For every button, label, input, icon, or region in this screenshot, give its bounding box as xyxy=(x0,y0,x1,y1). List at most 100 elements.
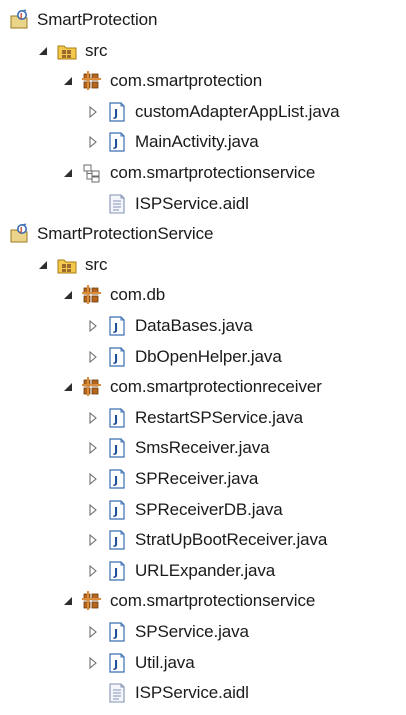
collapse-arrow-icon[interactable] xyxy=(86,656,100,670)
tree-item-label: DbOpenHelper.java xyxy=(135,346,282,366)
source-folder-icon xyxy=(56,254,78,276)
tree-item-label: DataBases.java xyxy=(135,316,253,335)
java-file-icon: J xyxy=(106,131,128,153)
aidl-file-icon xyxy=(106,193,128,215)
tree-item[interactable]: J SPReceiverDB.java xyxy=(0,495,406,525)
java-file-icon: J xyxy=(106,346,128,368)
collapse-arrow-icon[interactable] xyxy=(86,564,100,578)
svg-text:J: J xyxy=(113,566,118,579)
tree-item[interactable]: src xyxy=(0,250,406,280)
svg-text:J: J xyxy=(113,443,118,456)
java-file-icon: J xyxy=(106,315,128,337)
tree-item[interactable]: J DbOpenHelper.java xyxy=(0,342,406,372)
svg-text:J: J xyxy=(113,352,118,365)
tree-item-label: SPReceiverDB.java xyxy=(135,499,283,519)
tree-item[interactable]: J SmartProtectionService xyxy=(0,219,406,249)
tree-item-label: ISPService.aidl xyxy=(135,683,249,703)
tree-item-label: Util.java xyxy=(135,652,195,672)
tree-item-label: URLExpander.java xyxy=(135,560,276,580)
svg-text:J: J xyxy=(113,474,118,487)
tree-item-label: SmartProtectionService xyxy=(37,224,214,244)
java-file-icon: J xyxy=(106,529,128,551)
svg-text:J: J xyxy=(113,535,118,548)
java-file-icon: J xyxy=(106,621,128,643)
package-icon xyxy=(81,590,103,612)
aidl-file-icon xyxy=(106,682,128,704)
expand-arrow-icon[interactable] xyxy=(61,74,75,88)
tree-item[interactable]: JcustomAdapterAppList.java xyxy=(0,97,406,127)
collapse-arrow-icon[interactable] xyxy=(86,625,100,639)
package-icon xyxy=(81,70,103,92)
package-icon xyxy=(81,284,103,306)
tree-item-label: ISPService.aidl xyxy=(135,193,249,213)
tree-item-label: src xyxy=(85,40,108,60)
tree-item[interactable]: J URLExpander.java xyxy=(0,556,406,586)
svg-text:J: J xyxy=(113,505,118,518)
tree-item[interactable]: J SPService.java xyxy=(0,617,406,647)
tree-item[interactable]: ISPService.aidl xyxy=(0,189,406,219)
svg-text:J: J xyxy=(113,658,118,671)
tree-item-label: StratUpBootReceiver.java xyxy=(135,530,328,550)
tree-item-label: SmartProtection xyxy=(37,10,158,29)
tree-item[interactable]: src xyxy=(0,36,406,66)
svg-text:J: J xyxy=(113,107,118,120)
expand-arrow-icon[interactable] xyxy=(61,380,75,394)
tree-item[interactable]: J RestartSPService.java xyxy=(0,403,406,433)
tree-item-label: RestartSPService.java xyxy=(135,407,303,427)
collapse-arrow-icon[interactable] xyxy=(86,105,100,119)
package-hierarchy-icon xyxy=(81,162,103,184)
project-explorer-tree: J SmartProtection src com.smartprotection Jc… xyxy=(0,0,406,715)
tree-item-label: SPReceiver.java xyxy=(135,469,259,488)
expand-arrow-icon[interactable] xyxy=(61,166,75,180)
tree-item-label: com.smartprotectionservice xyxy=(110,591,316,611)
tree-item-label: com.db xyxy=(110,285,166,305)
svg-text:J: J xyxy=(113,413,118,426)
source-folder-icon xyxy=(56,40,78,62)
svg-text:J: J xyxy=(113,627,118,640)
tree-item-label: MainActivity.java xyxy=(135,132,259,152)
tree-item-label: customAdapterAppList.java xyxy=(135,101,340,121)
tree-item[interactable]: com.db xyxy=(0,280,406,310)
collapse-arrow-icon[interactable] xyxy=(86,441,100,455)
tree-item-label: com.smartprotectionreceiver xyxy=(110,377,322,397)
tree-item[interactable]: ISPService.aidl xyxy=(0,678,406,708)
collapse-arrow-icon[interactable] xyxy=(86,319,100,333)
java-file-icon: J xyxy=(106,437,128,459)
tree-item[interactable]: J StratUpBootReceiver.java xyxy=(0,525,406,555)
collapse-arrow-icon[interactable] xyxy=(86,533,100,547)
tree-item[interactable]: com.smartprotection xyxy=(0,66,406,96)
tree-item-label: SPService.java xyxy=(135,622,249,641)
tree-item-label: SmsReceiver.java xyxy=(135,438,270,458)
java-file-icon: J xyxy=(106,101,128,123)
tree-item[interactable]: com.smartprotectionservice xyxy=(0,158,406,188)
collapse-arrow-icon[interactable] xyxy=(86,350,100,364)
tree-item-label: com.smartprotection xyxy=(110,71,263,91)
expand-arrow-icon[interactable] xyxy=(36,258,50,272)
java-file-icon: J xyxy=(106,560,128,582)
svg-text:J: J xyxy=(113,321,118,334)
java-file-icon: J xyxy=(106,499,128,521)
tree-item[interactable]: J Util.java xyxy=(0,648,406,678)
collapse-arrow-icon[interactable] xyxy=(86,503,100,517)
tree-item[interactable]: J DataBases.java xyxy=(0,311,406,341)
tree-item[interactable]: J SmartProtection xyxy=(0,5,406,35)
tree-item[interactable]: com.smartprotectionservice xyxy=(0,586,406,616)
tree-item[interactable]: J SPReceiver.java xyxy=(0,464,406,494)
java-file-icon: J xyxy=(106,407,128,429)
tree-item[interactable]: J MainActivity.java xyxy=(0,127,406,157)
collapse-arrow-icon[interactable] xyxy=(86,472,100,486)
collapse-arrow-icon[interactable] xyxy=(86,135,100,149)
svg-text:J: J xyxy=(113,137,118,150)
expand-arrow-icon[interactable] xyxy=(61,288,75,302)
tree-item-label: com.smartprotectionservice xyxy=(110,163,316,182)
package-icon xyxy=(81,376,103,398)
tree-item[interactable]: com.smartprotectionreceiver xyxy=(0,372,406,402)
svg-text:J: J xyxy=(19,12,22,20)
java-project-icon: J xyxy=(9,9,31,31)
expand-arrow-icon[interactable] xyxy=(36,44,50,58)
expand-arrow-icon[interactable] xyxy=(61,594,75,608)
tree-item[interactable]: J SmsReceiver.java xyxy=(0,433,406,463)
collapse-arrow-icon[interactable] xyxy=(86,411,100,425)
